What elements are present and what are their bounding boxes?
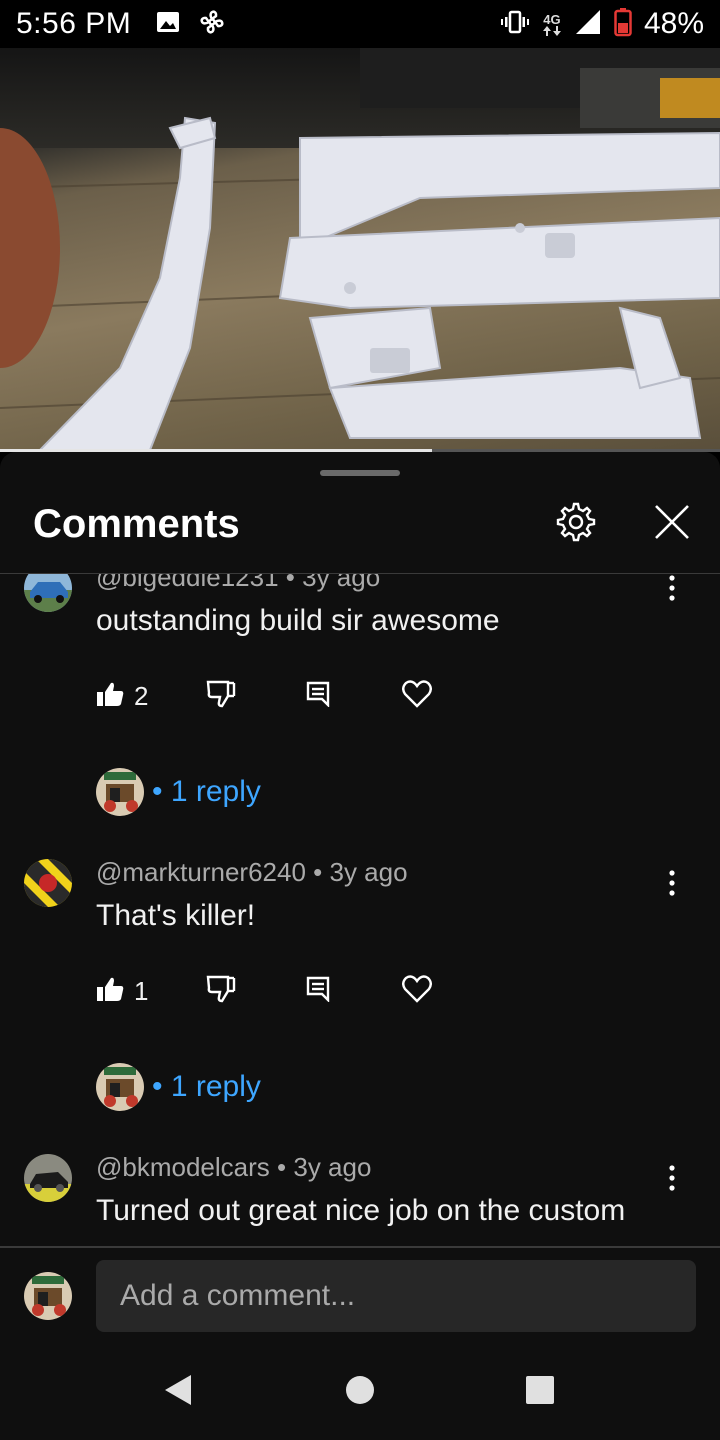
- thumbs-down-icon: [206, 975, 236, 1008]
- video-frame: [0, 48, 720, 450]
- comment-reply-icon: [306, 681, 330, 712]
- heart-icon: [402, 974, 432, 1008]
- signal-icon: [574, 8, 602, 41]
- close-button[interactable]: [648, 500, 696, 548]
- thumbs-up-icon: [96, 976, 124, 1007]
- recents-button[interactable]: [516, 1368, 564, 1416]
- comment-author[interactable]: @markturner6240: [96, 857, 306, 887]
- heart-button[interactable]: [402, 679, 432, 713]
- like-button[interactable]: 2: [96, 681, 206, 712]
- dislike-button[interactable]: [206, 680, 306, 713]
- reply-button[interactable]: [306, 681, 402, 712]
- recents-square-icon: [525, 1375, 555, 1410]
- home-circle-icon: [345, 1375, 375, 1410]
- battery-icon: [614, 7, 632, 42]
- avatar[interactable]: [24, 574, 72, 612]
- comment-age: 3y ago: [293, 1152, 372, 1182]
- drag-handle[interactable]: [320, 470, 400, 476]
- like-count: 2: [134, 680, 149, 711]
- dislike-button[interactable]: [206, 975, 306, 1008]
- reply-avatar: [96, 1063, 144, 1111]
- comment-item: @bigeddie1231 • 3y ago outstanding build…: [0, 574, 720, 833]
- comment-author[interactable]: @bkmodelcars: [96, 1152, 270, 1182]
- battery-percentage: 48%: [643, 7, 704, 40]
- more-vert-icon: [669, 869, 675, 901]
- view-replies-button[interactable]: • 1 reply: [96, 1061, 261, 1113]
- reply-button[interactable]: [306, 976, 402, 1007]
- comment-text: That's killer!: [96, 899, 256, 932]
- replies-link[interactable]: • 1 reply: [152, 1070, 261, 1104]
- system-nav-bar: [0, 1344, 720, 1440]
- comment-age: 3y ago: [329, 857, 408, 887]
- user-avatar: [24, 1272, 72, 1320]
- avatar[interactable]: [24, 1154, 72, 1202]
- back-button[interactable]: [154, 1368, 202, 1416]
- comment-text: outstanding build sir awesome: [96, 604, 500, 637]
- status-time: 5:56 PM: [16, 7, 132, 40]
- heart-button[interactable]: [402, 974, 432, 1008]
- comment-meta: @markturner6240 • 3y ago: [96, 857, 408, 887]
- more-vert-icon: [669, 574, 675, 606]
- comment-item: @markturner6240 • 3y ago That's killer! …: [0, 833, 720, 1128]
- more-vert-icon: [669, 1164, 675, 1196]
- thumbs-up-icon: [96, 681, 124, 712]
- more-options-button[interactable]: [656, 1160, 688, 1200]
- fan-icon: [197, 7, 227, 42]
- replies-link[interactable]: • 1 reply: [152, 775, 261, 809]
- home-button[interactable]: [336, 1368, 384, 1416]
- gear-icon: [555, 501, 597, 548]
- comments-list[interactable]: @bigeddie1231 • 3y ago outstanding build…: [0, 574, 720, 1246]
- comment-actions: 2: [96, 676, 432, 716]
- status-bar: 5:56 PM 4G 48%: [0, 0, 720, 48]
- like-button[interactable]: 1: [96, 976, 206, 1007]
- comment-reply-icon: [306, 976, 330, 1007]
- comment-author[interactable]: @bigeddie1231: [96, 574, 279, 592]
- comment-actions: 1: [96, 971, 432, 1011]
- comment-age: 3y ago: [302, 574, 381, 592]
- more-options-button[interactable]: [656, 865, 688, 905]
- back-triangle-icon: [163, 1373, 193, 1412]
- network-type: 4G: [542, 13, 562, 36]
- add-comment-input[interactable]: [96, 1260, 696, 1332]
- image-icon: [155, 9, 181, 40]
- reply-avatar: [96, 768, 144, 816]
- comments-panel: Comments @bigeddie1231 • 3y ago outstand…: [0, 452, 720, 1440]
- vibrate-icon: [500, 9, 530, 40]
- composer-divider: [0, 1246, 720, 1248]
- view-replies-button[interactable]: • 1 reply: [96, 766, 261, 818]
- thumbs-down-icon: [206, 680, 236, 713]
- comment-meta: @bigeddie1231 • 3y ago: [96, 574, 380, 593]
- avatar[interactable]: [24, 859, 72, 907]
- comment-text: Turned out great nice job on the custom: [96, 1194, 626, 1227]
- like-count: 1: [134, 975, 149, 1006]
- comment-meta: @bkmodelcars • 3y ago: [96, 1152, 372, 1182]
- settings-button[interactable]: [552, 500, 600, 548]
- video-player[interactable]: [0, 48, 720, 450]
- comment-item: @bkmodelcars • 3y ago Turned out great n…: [0, 1128, 720, 1246]
- panel-title: Comments: [33, 502, 240, 546]
- more-options-button[interactable]: [656, 574, 688, 610]
- close-icon: [653, 503, 691, 546]
- heart-icon: [402, 679, 432, 713]
